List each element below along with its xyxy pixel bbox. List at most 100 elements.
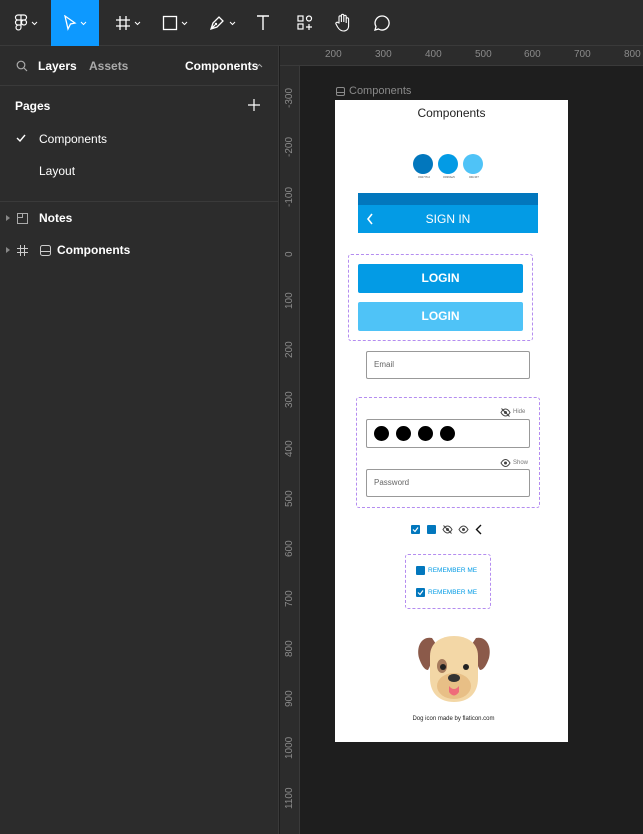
comment-icon bbox=[374, 15, 390, 31]
checkbox-checked-icon bbox=[416, 588, 425, 597]
checkmark-icon bbox=[16, 134, 26, 142]
search-icon[interactable] bbox=[16, 60, 28, 72]
chevron-down-icon bbox=[134, 21, 141, 25]
sidebar-tabs: Layers Assets Components bbox=[0, 46, 278, 86]
app-bar-title: SIGN IN bbox=[425, 212, 471, 226]
password-field-filled[interactable] bbox=[366, 419, 530, 448]
checkbox-unchecked-icon bbox=[416, 566, 425, 575]
ruler-tick: 600 bbox=[524, 49, 541, 60]
remember-me-unchecked[interactable]: REMEMBER ME bbox=[416, 566, 477, 575]
frame-label[interactable]: Components bbox=[336, 85, 411, 97]
caret-right-icon[interactable] bbox=[5, 214, 11, 222]
layer-label-components: Components bbox=[57, 243, 131, 257]
resources-icon bbox=[297, 15, 313, 30]
ruler-tick: 1100 bbox=[284, 787, 295, 809]
ruler-tick: 1000 bbox=[284, 736, 295, 759]
ruler-tick: 500 bbox=[475, 49, 492, 60]
ruler-top: 200 300 400 500 600 700 800 bbox=[280, 46, 643, 66]
swatch-label: #039be5 bbox=[443, 175, 455, 179]
ruler-tick: 200 bbox=[325, 49, 342, 60]
tab-assets[interactable]: Assets bbox=[89, 59, 128, 73]
shape-tool-button[interactable] bbox=[156, 0, 194, 46]
ruler-tick: 900 bbox=[284, 690, 295, 707]
frame-layout-icon bbox=[40, 244, 51, 256]
password-field[interactable]: Password bbox=[366, 469, 530, 497]
frame-title: Components bbox=[417, 106, 486, 120]
layer-row-notes[interactable]: Notes bbox=[5, 211, 72, 225]
dog-icon bbox=[418, 636, 490, 702]
status-bar bbox=[358, 193, 538, 205]
frame-tool-button[interactable] bbox=[110, 0, 146, 46]
chevron-down-icon bbox=[31, 21, 38, 25]
login-button-disabled[interactable]: LOGIN bbox=[358, 302, 523, 331]
ruler-tick: 700 bbox=[284, 590, 295, 607]
left-sidebar: Layers Assets Components Pages Component… bbox=[0, 46, 279, 834]
back-arrow-icon[interactable] bbox=[475, 524, 482, 535]
swatch-light[interactable] bbox=[463, 154, 483, 174]
text-icon bbox=[257, 15, 269, 30]
hand-icon bbox=[335, 13, 350, 32]
ruler-tick: 400 bbox=[425, 49, 442, 60]
divider bbox=[0, 201, 279, 202]
comment-tool-button[interactable] bbox=[369, 0, 395, 46]
caret-right-icon[interactable] bbox=[5, 246, 11, 254]
ruler-tick: 700 bbox=[574, 49, 591, 60]
page-selector[interactable]: Components bbox=[185, 59, 258, 73]
checkbox-unchecked-icon[interactable] bbox=[427, 525, 436, 534]
ruler-tick: 600 bbox=[284, 540, 295, 557]
swatch-primary[interactable] bbox=[438, 154, 458, 174]
ruler-left: -300 -200 -100 0 100 200 300 400 500 600… bbox=[280, 66, 300, 834]
password-dot bbox=[418, 426, 433, 441]
chevron-up-icon[interactable] bbox=[256, 63, 263, 68]
frame-label-text: Components bbox=[349, 85, 412, 97]
ruler-tick: -300 bbox=[284, 87, 295, 108]
tab-layers[interactable]: Layers bbox=[38, 59, 77, 73]
text-tool-button[interactable] bbox=[250, 0, 276, 46]
swatch-dark[interactable] bbox=[413, 154, 433, 174]
email-placeholder: Email bbox=[374, 360, 395, 369]
rectangle-icon bbox=[162, 15, 178, 31]
ruler-tick: 800 bbox=[284, 640, 295, 657]
eye-icon[interactable] bbox=[458, 525, 469, 534]
page-item-components[interactable]: Components bbox=[39, 132, 107, 146]
ruler-tick: 500 bbox=[284, 490, 295, 507]
ruler-tick: 400 bbox=[284, 440, 295, 457]
show-label: Show bbox=[513, 460, 529, 466]
login-button[interactable]: LOGIN bbox=[358, 264, 523, 293]
dog-credit: Dog icon made by flaticon.com bbox=[412, 716, 495, 722]
chevron-down-icon bbox=[181, 21, 188, 25]
add-page-icon[interactable] bbox=[248, 99, 260, 111]
resources-tool-button[interactable] bbox=[292, 0, 318, 46]
cursor-icon bbox=[64, 15, 77, 31]
components-frame[interactable]: Components #0277bd #039be5 #4fc3f7 SIGN … bbox=[335, 100, 568, 742]
hide-label: Hide bbox=[513, 409, 526, 415]
eye-off-icon[interactable] bbox=[500, 408, 511, 417]
eye-icon[interactable] bbox=[500, 459, 511, 467]
remember-me-label: REMEMBER ME bbox=[428, 567, 478, 574]
pen-tool-button[interactable] bbox=[204, 0, 240, 46]
swatch-label: #4fc3f7 bbox=[469, 175, 479, 179]
move-tool-button[interactable] bbox=[51, 0, 99, 46]
ruler-tick: 200 bbox=[284, 341, 295, 358]
section-icon bbox=[17, 212, 28, 224]
ruler-tick: 100 bbox=[284, 292, 295, 309]
toolbar bbox=[0, 0, 643, 46]
ruler-tick: 300 bbox=[375, 49, 392, 60]
figma-logo-icon bbox=[14, 14, 28, 31]
remember-me-checked[interactable]: REMEMBER ME bbox=[416, 588, 477, 597]
page-item-layout[interactable]: Layout bbox=[39, 164, 75, 178]
remember-me-variants-group bbox=[405, 554, 491, 609]
password-placeholder: Password bbox=[374, 478, 410, 487]
password-dot bbox=[440, 426, 455, 441]
chevron-down-icon bbox=[229, 21, 236, 25]
checkbox-checked-icon[interactable] bbox=[411, 525, 420, 534]
ruler-tick: 800 bbox=[624, 49, 641, 60]
layer-label-notes: Notes bbox=[39, 211, 73, 225]
app-bar: SIGN IN bbox=[358, 205, 538, 233]
email-field[interactable]: Email bbox=[366, 351, 530, 379]
hand-tool-button[interactable] bbox=[330, 0, 356, 46]
password-dot bbox=[374, 426, 389, 441]
layer-row-components[interactable]: Components bbox=[5, 243, 130, 257]
figma-menu-button[interactable] bbox=[6, 0, 46, 46]
eye-off-icon[interactable] bbox=[442, 525, 453, 534]
